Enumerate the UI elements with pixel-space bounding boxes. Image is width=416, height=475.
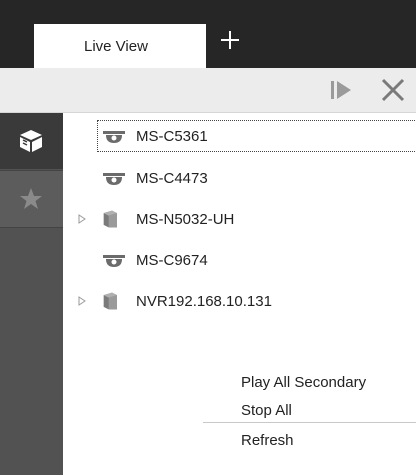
device-cube-icon — [20, 130, 42, 152]
tab-live-view[interactable]: Live View — [34, 24, 206, 68]
context-menu: Play All Secondary Stop All Refresh — [203, 368, 416, 466]
play-next-icon[interactable] — [327, 76, 355, 104]
toolbar — [0, 68, 416, 113]
tree-item[interactable]: NVR192.168.10.131 — [102, 286, 272, 316]
tree-item[interactable]: MS-C9674 — [98, 245, 208, 275]
nvr-icon — [103, 292, 117, 310]
sidebar-item-devices[interactable] — [0, 113, 63, 169]
expand-arrow-icon[interactable] — [77, 296, 87, 306]
menu-separator — [203, 422, 416, 423]
close-icon[interactable] — [378, 76, 408, 104]
dome-camera-icon — [103, 131, 125, 143]
expand-arrow-icon[interactable] — [77, 214, 87, 224]
sidebar-item-favorites[interactable] — [0, 170, 63, 228]
star-icon — [20, 188, 42, 209]
sidebar — [0, 113, 63, 475]
tab-bar: Live View — [0, 0, 416, 68]
tree-item-label: NVR192.168.10.131 — [136, 292, 272, 310]
tree-item-label: MS-N5032-UH — [136, 210, 235, 228]
nvr-icon — [103, 210, 117, 228]
dome-camera-icon — [103, 255, 125, 267]
menu-item-play-all-secondary[interactable]: Play All Secondary — [203, 368, 416, 398]
tree-item-label: MS-C9674 — [136, 251, 208, 269]
tree-item[interactable]: MS-C4473 — [98, 163, 208, 193]
tree-item-label: MS-C4473 — [136, 169, 208, 187]
menu-item-refresh[interactable]: Refresh — [203, 426, 416, 456]
menu-item-label: Refresh — [241, 432, 294, 449]
menu-item-label: Play All Secondary — [241, 374, 367, 391]
tree-item-label: MS-C5361 — [136, 127, 208, 145]
tree-item[interactable]: MS-N5032-UH — [102, 204, 234, 234]
tab-label: Live View — [84, 38, 148, 55]
tree-item[interactable]: MS-C5361 — [97, 120, 416, 152]
plus-icon[interactable] — [218, 28, 242, 52]
menu-item-label: Stop All — [241, 402, 292, 419]
dome-camera-icon — [103, 173, 125, 185]
